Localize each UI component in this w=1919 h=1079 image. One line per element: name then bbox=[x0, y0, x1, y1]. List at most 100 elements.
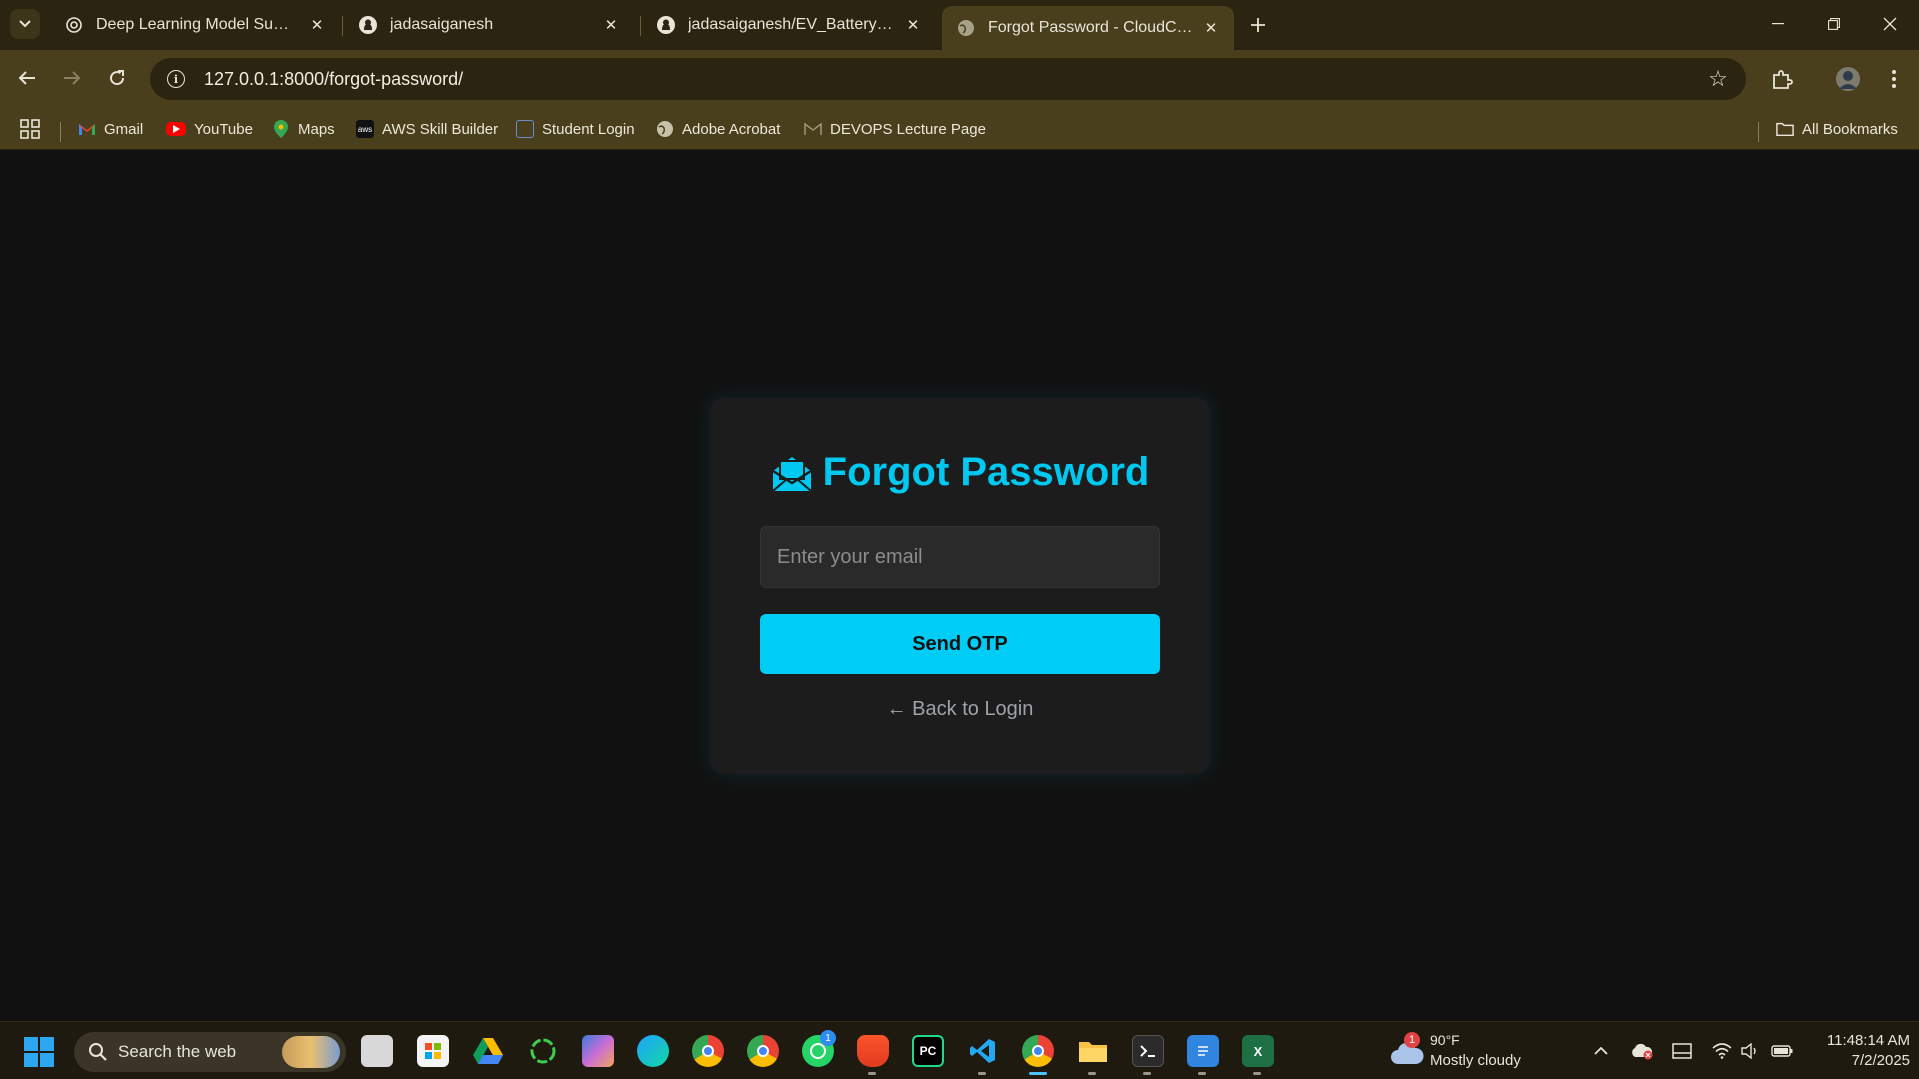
page-title: Forgot Password bbox=[822, 450, 1150, 494]
aws-icon: aws bbox=[356, 120, 374, 138]
tab-separator bbox=[342, 16, 343, 36]
copilot-icon[interactable] bbox=[582, 1035, 614, 1067]
close-icon bbox=[1883, 17, 1897, 31]
tab-title: Forgot Password - CloudCopilot bbox=[988, 19, 1194, 36]
brave-icon[interactable] bbox=[857, 1035, 889, 1067]
url-text[interactable]: 127.0.0.1:8000/forgot-password/ bbox=[204, 69, 1698, 90]
close-window-button[interactable] bbox=[1862, 0, 1918, 48]
site-info-button[interactable]: i bbox=[156, 59, 196, 99]
battery-icon[interactable] bbox=[1770, 1039, 1794, 1063]
tab-title: Deep Learning Model Summary bbox=[96, 16, 300, 33]
send-otp-button[interactable]: Send OTP bbox=[760, 614, 1160, 674]
chrome-icon[interactable] bbox=[747, 1035, 779, 1067]
back-button[interactable] bbox=[10, 61, 44, 95]
running-indicator bbox=[978, 1072, 986, 1075]
bookmark-youtube[interactable]: YouTube bbox=[166, 116, 253, 142]
onedrive-error-icon[interactable] bbox=[1630, 1039, 1654, 1063]
system-clock[interactable]: 11:48:14 AM 7/2/2025 bbox=[1800, 1031, 1910, 1071]
notepad-icon[interactable] bbox=[1187, 1035, 1219, 1067]
close-icon[interactable]: ✕ bbox=[308, 16, 326, 34]
envelope-open-icon bbox=[771, 456, 812, 492]
email-field[interactable] bbox=[760, 526, 1160, 588]
bookmark-label: YouTube bbox=[194, 120, 253, 138]
close-icon[interactable]: ✕ bbox=[1202, 19, 1220, 37]
tab-title: jadasaiganesh bbox=[390, 16, 494, 33]
weather-widget[interactable]: 1 90°F Mostly cloudy bbox=[1390, 1032, 1530, 1072]
bookmark-adobe-acrobat[interactable]: Adobe Acrobat bbox=[656, 116, 780, 142]
bookmark-gmail[interactable]: Gmail bbox=[78, 116, 143, 142]
chevron-down-icon bbox=[19, 20, 31, 28]
gmail-icon bbox=[78, 120, 96, 138]
bookmark-devops-lecture[interactable]: DEVOPS Lecture Page bbox=[804, 116, 986, 142]
bookmark-label: Student Login bbox=[542, 120, 635, 138]
file-explorer-icon[interactable] bbox=[1077, 1035, 1109, 1067]
extensions-button[interactable] bbox=[1766, 63, 1798, 95]
vscode-icon[interactable] bbox=[967, 1035, 999, 1067]
bookmark-maps[interactable]: Maps bbox=[272, 116, 335, 142]
loading-ring-icon[interactable] bbox=[527, 1035, 559, 1067]
chrome-active-icon[interactable] bbox=[1022, 1035, 1054, 1067]
globe-icon bbox=[656, 120, 674, 138]
microsoft-store-icon[interactable] bbox=[417, 1035, 449, 1067]
search-icon bbox=[89, 1043, 107, 1061]
google-drive-icon[interactable] bbox=[472, 1035, 504, 1067]
bookmark-label: Adobe Acrobat bbox=[682, 120, 781, 138]
puzzle-icon bbox=[1773, 70, 1793, 89]
tab-deep-learning[interactable]: Deep Learning Model Summary ✕ bbox=[50, 6, 340, 44]
bookmark-star-icon[interactable]: ☆ bbox=[1698, 66, 1738, 92]
reload-button[interactable] bbox=[100, 61, 134, 95]
keyboard-icon[interactable] bbox=[1670, 1039, 1694, 1063]
bookmark-label: AWS Skill Builder bbox=[382, 120, 499, 138]
menu-button[interactable] bbox=[1878, 63, 1910, 95]
plus-icon bbox=[1251, 18, 1265, 32]
close-icon[interactable]: ✕ bbox=[904, 16, 922, 34]
bookmark-label: DEVOPS Lecture Page bbox=[830, 120, 986, 138]
apps-grid-icon bbox=[20, 119, 40, 139]
bookmark-separator bbox=[1758, 122, 1759, 142]
terminal-icon[interactable] bbox=[1132, 1035, 1164, 1067]
excel-icon[interactable]: X bbox=[1242, 1035, 1274, 1067]
chevron-up-icon[interactable] bbox=[1589, 1039, 1613, 1063]
bookmark-separator bbox=[60, 122, 61, 142]
kebab-menu-icon bbox=[1892, 70, 1896, 88]
tab-search-button[interactable] bbox=[10, 9, 40, 39]
arrow-left-icon bbox=[18, 71, 35, 85]
new-tab-button[interactable] bbox=[1244, 11, 1272, 39]
bookmarks-bar: Gmail YouTube Maps aws AWS Skill Builder… bbox=[0, 108, 1919, 150]
chrome-icon[interactable] bbox=[692, 1035, 724, 1067]
bookmark-student-login[interactable]: Student Login bbox=[516, 116, 635, 142]
clock-date: 7/2/2025 bbox=[1851, 1052, 1910, 1069]
running-indicator bbox=[1088, 1072, 1096, 1075]
tab-separator bbox=[640, 16, 641, 36]
tab-forgot-password[interactable]: Forgot Password - CloudCopilot ✕ bbox=[942, 6, 1234, 50]
profile-avatar[interactable] bbox=[1832, 63, 1864, 95]
arrow-right-icon bbox=[64, 71, 81, 85]
running-indicator bbox=[868, 1072, 876, 1075]
pycharm-icon[interactable]: PC bbox=[912, 1035, 944, 1067]
restore-button[interactable] bbox=[1806, 0, 1862, 48]
edge-icon[interactable] bbox=[637, 1035, 669, 1067]
wifi-icon[interactable] bbox=[1710, 1039, 1734, 1063]
close-icon[interactable]: ✕ bbox=[602, 16, 620, 34]
weather-temp: 90°F bbox=[1430, 1032, 1460, 1048]
folder-icon bbox=[1776, 120, 1794, 138]
avatar-icon bbox=[1836, 67, 1860, 91]
taskbar-search[interactable]: Search the web bbox=[74, 1032, 346, 1072]
bookmark-aws[interactable]: aws AWS Skill Builder bbox=[356, 116, 498, 142]
bookmark-label: Maps bbox=[298, 120, 335, 138]
minimize-button[interactable] bbox=[1750, 0, 1806, 48]
task-view-icon[interactable] bbox=[361, 1035, 393, 1067]
all-bookmarks-button[interactable]: All Bookmarks bbox=[1776, 116, 1898, 142]
forward-button[interactable] bbox=[55, 61, 89, 95]
apps-button[interactable] bbox=[20, 116, 40, 142]
tab-github-profile[interactable]: jadasaiganesh ✕ bbox=[344, 6, 634, 44]
address-bar[interactable]: i 127.0.0.1:8000/forgot-password/ ☆ bbox=[150, 58, 1746, 100]
tab-github-repo[interactable]: jadasaiganesh/EV_Battery_SOH_ ✕ bbox=[642, 6, 936, 44]
gmail-outline-icon bbox=[804, 120, 822, 138]
volume-icon[interactable] bbox=[1738, 1039, 1762, 1063]
bookmark-label: Gmail bbox=[104, 120, 144, 138]
windows-start-icon[interactable] bbox=[24, 1037, 54, 1067]
tab-title: jadasaiganesh/EV_Battery_SOH_ bbox=[688, 16, 896, 33]
running-indicator bbox=[1253, 1072, 1261, 1075]
back-to-login-link[interactable]: ← Back to Login bbox=[710, 698, 1210, 721]
